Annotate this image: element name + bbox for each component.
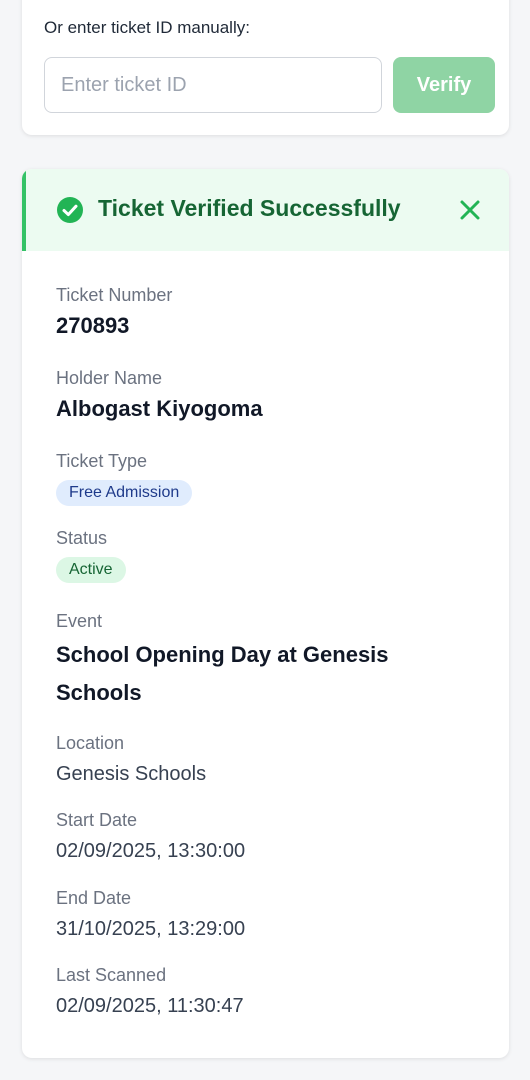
status-field: Status Active [56, 528, 126, 583]
ticket-number-label: Ticket Number [56, 285, 173, 305]
end-date-field: End Date 31/10/2025, 13:29:00 [56, 888, 245, 941]
ticket-type-field: Ticket Type Free Admission [56, 451, 193, 506]
location-field: Location Genesis Schools [56, 733, 206, 786]
verification-result-card: Ticket Verified Successfully Ticket Numb… [22, 169, 509, 1058]
ticket-number-field: Ticket Number 270893 [56, 285, 172, 339]
last-scanned-label: Last Scanned [56, 965, 167, 985]
ticket-type-label: Ticket Type [56, 451, 148, 471]
ticket-id-input[interactable] [44, 57, 382, 113]
location-label: Location [56, 733, 125, 753]
holder-name-value: Albogast Kiyogoma [56, 396, 263, 421]
status-badge: Active [56, 557, 126, 583]
event-label: Event [56, 611, 103, 631]
location-value: Genesis Schools [56, 763, 207, 785]
start-date-field: Start Date 02/09/2025, 13:30:00 [56, 810, 245, 863]
manual-entry-label: Or enter ticket ID manually: [44, 18, 250, 37]
end-date-label: End Date [56, 888, 132, 908]
start-date-value: 02/09/2025, 13:30:00 [56, 840, 246, 862]
last-scanned-value: 02/09/2025, 11:30:47 [56, 995, 244, 1017]
last-scanned-field: Last Scanned 02/09/2025, 11:30:47 [56, 965, 244, 1018]
end-date-value: 31/10/2025, 13:29:00 [56, 918, 246, 940]
close-icon[interactable] [457, 197, 483, 223]
ticket-number-value: 270893 [56, 313, 130, 338]
status-label: Status [56, 528, 108, 548]
manual-entry-card: Or enter ticket ID manually: Verify [22, 0, 509, 135]
holder-name-field: Holder Name Albogast Kiyogoma [56, 368, 263, 422]
success-banner: Ticket Verified Successfully [22, 169, 509, 251]
holder-name-label: Holder Name [56, 368, 163, 388]
start-date-label: Start Date [56, 810, 138, 830]
check-circle-icon [57, 197, 83, 223]
verify-button[interactable]: Verify [393, 57, 495, 113]
ticket-type-badge: Free Admission [56, 480, 193, 506]
event-value: School Opening Day at Genesis Schools [56, 642, 389, 705]
event-field: Event School Opening Day at Genesis Scho… [56, 611, 456, 712]
banner-title: Ticket Verified Successfully [98, 195, 401, 221]
